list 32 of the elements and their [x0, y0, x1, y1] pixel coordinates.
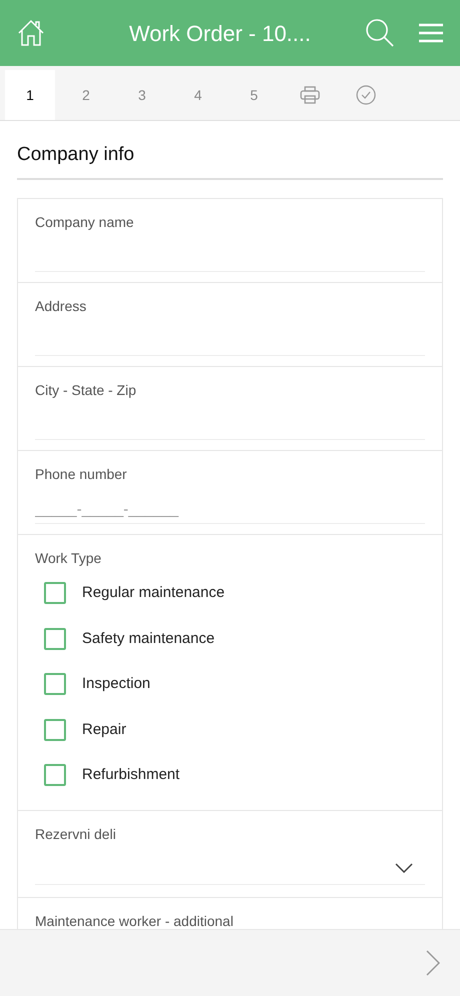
field-label: Work Type: [35, 548, 102, 566]
home-icon[interactable]: [17, 19, 45, 47]
checkbox-label: Repair: [82, 720, 126, 740]
header-title: Work Order - 10....: [128, 20, 312, 48]
field-label: City - State - Zip: [35, 380, 138, 398]
field-label: Maintenance worker - additional: [35, 912, 234, 929]
step-tab[interactable]: 3: [117, 70, 167, 120]
section-title: Company info: [17, 143, 136, 167]
checkbox-label: Regular maintenance: [82, 583, 225, 603]
checkbox-label: Refurbishment: [82, 765, 180, 785]
field-label: Company name: [35, 212, 135, 230]
checkbox[interactable]: [44, 764, 66, 786]
checkbox-label: Safety maintenance: [82, 628, 215, 648]
field-label: Phone number: [35, 464, 128, 482]
step-tab[interactable]: 4: [173, 70, 223, 120]
checkbox-label: Inspection: [82, 674, 150, 694]
checkbox[interactable]: [44, 718, 66, 741]
chevron-down-icon: [395, 862, 413, 872]
checkbox[interactable]: [44, 628, 66, 650]
text-field[interactable]: _____-_____-______: [35, 496, 425, 524]
checkbox[interactable]: [44, 582, 66, 604]
field-label: Rezervni deli: [35, 825, 117, 843]
step-tab[interactable]: 1: [5, 70, 55, 120]
checkbox[interactable]: [44, 673, 66, 696]
printer-icon: [300, 86, 320, 104]
chevron-right-icon[interactable]: [426, 950, 440, 976]
check-circle-icon: [356, 85, 376, 105]
field-label: Address: [35, 296, 88, 314]
search-icon[interactable]: [365, 18, 395, 48]
menu-icon[interactable]: [419, 23, 443, 43]
step-tab[interactable]: 5: [229, 70, 279, 120]
step-tab[interactable]: 2: [61, 70, 111, 120]
